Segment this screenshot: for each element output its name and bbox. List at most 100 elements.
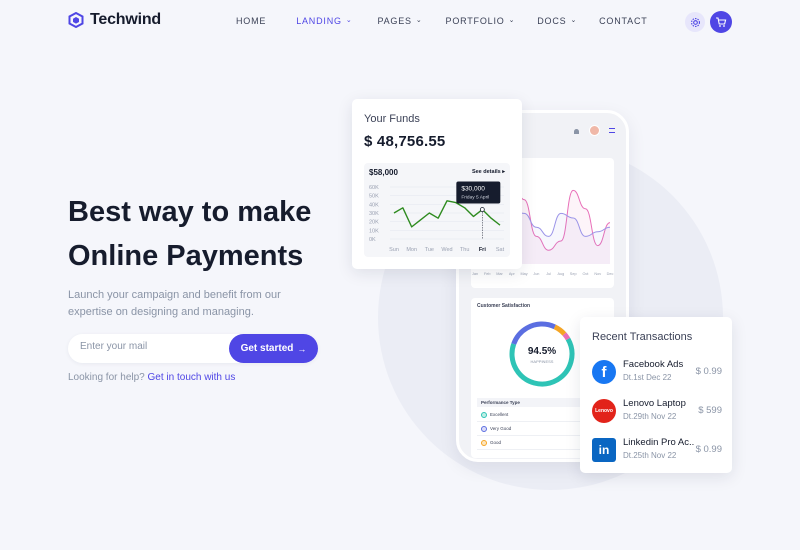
x-tick-label: Sun [389,247,399,253]
happiness-value: 94.5% [527,346,557,357]
chevron-down-icon: ⌄ [415,17,423,24]
arrow-right-icon: → [297,343,307,354]
transaction-name: Linkedin Pro Ac.. [623,437,695,448]
transaction-name: Lenovo Laptop [623,398,686,409]
gear-icon [690,17,700,27]
top-nav: Techwind HOME LANDING ⌄ PAGES ⌄ PORTFOLIO ⌄ DOC… [0,0,800,44]
y-tick-label: 50K [369,194,379,200]
nav-item-landing[interactable]: LANDING ⌄ [296,16,352,26]
transactions-title: Recent Transactions [592,331,693,343]
chevron-down-icon: ⌄ [508,17,516,24]
x-tick-label: May [520,272,527,276]
nav-item-home[interactable]: HOME [236,16,266,26]
x-tick-label: Oct [582,272,589,276]
good-icon [481,439,487,446]
funds-series-line [393,200,501,228]
bell-icon [574,129,579,134]
funds-card: Your Funds $ 48,756.55 $58,000 See detai… [352,99,522,269]
happiness-label: HAPPINESS [530,359,554,364]
help-label: Looking for help? [68,372,145,383]
chevron-down-icon: ⌄ [570,17,578,24]
x-tick-label: Jun [533,272,539,276]
transaction-row[interactable]: Lenovo Lenovo Laptop Dt.29th Nov 22 $ 599 [592,396,722,426]
main-menu: HOME LANDING ⌄ PAGES ⌄ PORTFOLIO ⌄ DOCS ⌄ CONTACT [236,16,648,26]
x-tick-label: Tue [425,247,434,253]
email-input[interactable] [80,341,220,352]
nav-item-portfolio[interactable]: PORTFOLIO ⌄ [446,16,516,26]
transaction-date: Dt.1st Dec 22 [623,373,672,382]
x-tick-label: Jan [472,272,478,276]
y-tick-label: 10K [369,228,379,234]
transaction-date: Dt.25th Nov 22 [623,451,677,460]
x-tick-label: Jul [546,272,551,276]
y-tick-label: 20K [369,220,379,226]
perf-label: Excellent [490,412,509,417]
brand[interactable]: Techwind [68,11,161,29]
tooltip-value: $30,000 [461,186,485,193]
x-tick-label: Feb [484,272,491,276]
x-tick-label: Apr [509,272,516,276]
linkedin-icon: in [592,438,616,462]
y-tick-label: 30K [369,211,379,217]
excellent-icon [481,411,487,418]
x-tick-label: Sat [496,247,505,253]
x-tick-label: Sep [570,272,577,276]
x-tick-label: Fri [479,247,487,253]
brand-name: Techwind [90,11,161,28]
funds-amount: $ 48,756.55 [364,133,446,150]
funds-title: Your Funds [364,113,420,125]
perf-label: Very Good [490,426,512,431]
nav-item-label: PAGES [377,16,412,26]
satisfaction-label: Customer Satisfaction [477,303,531,309]
nav-item-label: DOCS [537,16,567,26]
hero-title-line2: Online Payments [68,240,304,272]
avatar [589,125,600,136]
chevron-down-icon: ⌄ [345,17,353,24]
x-tick-label: Mon [406,247,417,253]
get-started-label: Get started [240,343,294,354]
mini-chart-card: $58,000 See details ▸ 60K 50K 40K 30K 20K 10K… [364,163,510,257]
help-text: Looking for help? Get in touch with us [68,372,235,383]
x-tick-label: Dec [607,272,614,276]
y-tick-label: 60K [369,185,379,191]
x-tick-label: Mar [496,272,503,276]
tooltip-date: Friday 5 April [461,195,489,201]
y-tick-label: 0K [369,237,376,243]
lenovo-icon: Lenovo [592,399,616,423]
hero-subtitle: Launch your campaign and benefit from ou… [68,289,281,318]
facebook-icon: f [592,360,616,384]
hero-title-line1: Best way to make [68,196,312,228]
x-tick-label: Aug [558,272,565,276]
hero-title: Best way to make Online Payments [68,190,311,278]
transaction-amount: $ 0.99 [695,366,722,377]
x-tick-label: Wed [441,247,452,253]
transaction-amount: $ 0.99 [695,444,722,455]
brand-logo-icon [68,12,84,28]
transaction-row[interactable]: in Linkedin Pro Ac.. Dt.25th Nov 22 $ 0.99 [592,435,722,465]
recent-transactions-card: Recent Transactions f Facebook Ads Dt.1st … [580,317,732,473]
get-in-touch-link[interactable]: Get in touch with us [148,372,236,383]
nav-item-label: PORTFOLIO [445,16,505,26]
transaction-name: Facebook Ads [623,359,684,370]
cart-button[interactable] [710,11,732,33]
nav-item-label: LANDING [296,16,342,26]
nav-item-pages[interactable]: PAGES ⌄ [377,16,422,26]
transaction-amount: $ 599 [698,405,722,416]
nav-item-contact[interactable]: CONTACT [599,16,647,26]
transaction-date: Dt.29th Nov 22 [623,412,677,421]
get-started-button[interactable]: Get started → [229,334,318,363]
highlight-point[interactable] [479,207,485,212]
nav-item-docs[interactable]: DOCS ⌄ [537,16,577,26]
menu-icon [609,128,615,133]
nav-item-label: CONTACT [599,16,648,26]
x-tick-label: Nov [594,272,601,276]
settings-button[interactable] [685,12,705,32]
funds-line-chart: 60K 50K 40K 30K 20K 10K 0K Sun Mon Tue Wed Thu Fri Sa… [369,181,505,253]
nav-item-label: HOME [236,16,267,26]
cart-icon [716,17,727,27]
perf-label: Good [490,440,502,445]
x-tick-label: Thu [460,247,469,253]
very-good-icon [481,425,487,432]
y-tick-label: 40K [369,202,379,208]
transaction-row[interactable]: f Facebook Ads Dt.1st Dec 22 $ 0.99 [592,357,722,387]
